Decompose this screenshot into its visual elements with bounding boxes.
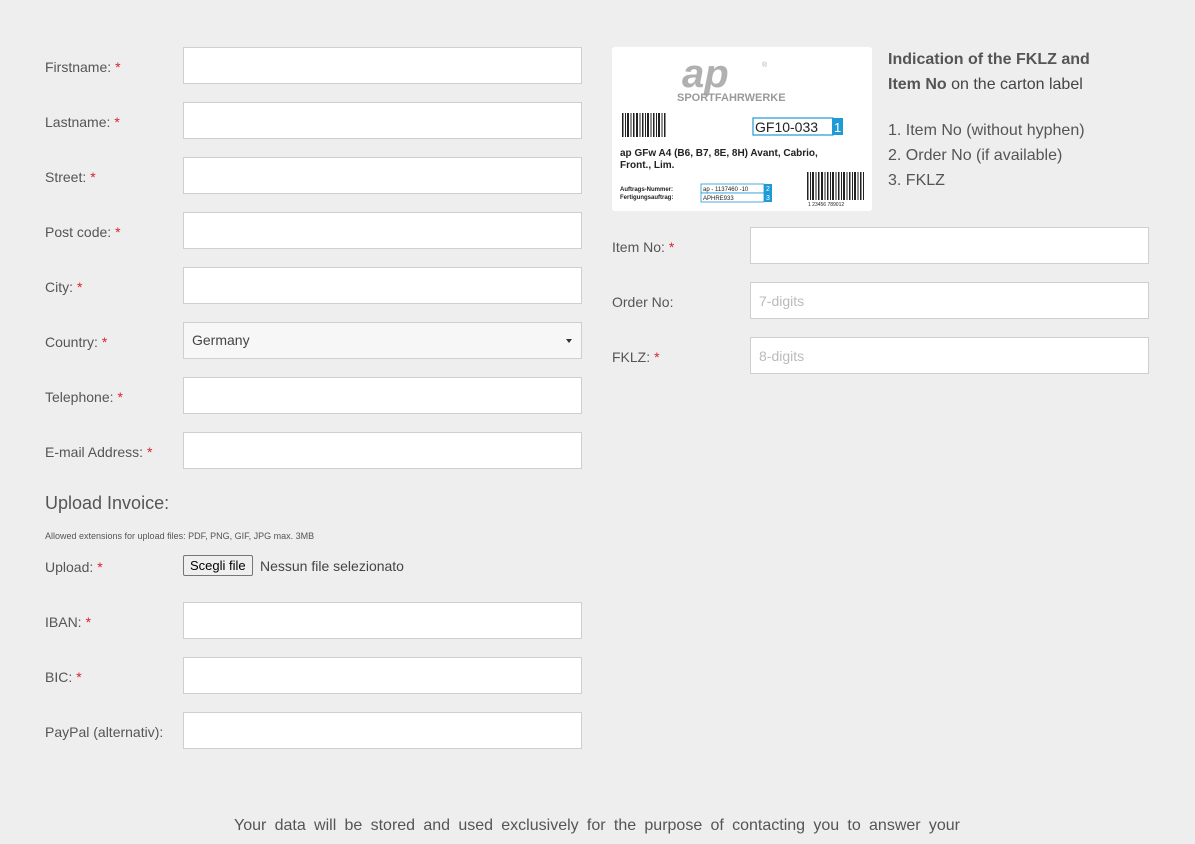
info-title-bold-2: Item No bbox=[888, 76, 947, 93]
fklz-label: FKLZ: * bbox=[612, 349, 660, 365]
barcode-small-icon bbox=[622, 113, 666, 137]
fertigung-marker: 3 bbox=[766, 195, 770, 202]
iban-input[interactable] bbox=[183, 602, 582, 639]
code-text: GF10-033 bbox=[755, 119, 818, 135]
telephone-label: Telephone: * bbox=[45, 389, 123, 405]
info-list-item: 1. Item No (without hyphen) bbox=[888, 122, 1085, 139]
info-title-rest: on the carton label bbox=[946, 76, 1083, 93]
lastname-label: Lastname: * bbox=[45, 114, 120, 130]
city-label: City: * bbox=[45, 279, 83, 295]
country-select[interactable]: Germany bbox=[183, 322, 582, 359]
logo-ap-text: ap bbox=[682, 52, 729, 96]
firstname-label: Firstname: * bbox=[45, 59, 121, 75]
barcode-large-icon bbox=[807, 172, 864, 200]
choose-file-button[interactable]: Scegli file bbox=[183, 555, 253, 576]
telephone-input[interactable] bbox=[183, 377, 582, 414]
email-label: E-mail Address: * bbox=[45, 444, 153, 460]
item-no-input[interactable] bbox=[750, 227, 1149, 264]
auftrags-label: Auftrags-Nummer: bbox=[620, 187, 673, 193]
paypal-input[interactable] bbox=[183, 712, 582, 749]
logo-sub-text: SPORTFAHRWERKE bbox=[677, 92, 786, 104]
country-label: Country: * bbox=[45, 334, 108, 350]
info-title-bold-1: Indication of the FKLZ and bbox=[888, 51, 1090, 68]
country-select-value: Germany bbox=[192, 332, 250, 348]
street-input[interactable] bbox=[183, 157, 582, 194]
info-list-item: 2. Order No (if available) bbox=[888, 147, 1063, 164]
bic-input[interactable] bbox=[183, 657, 582, 694]
product-line-1: ap GFw A4 (B6, B7, 8E, 8H) Avant, Cabrio… bbox=[620, 148, 818, 159]
bic-label: BIC: * bbox=[45, 669, 82, 685]
file-status-text: Nessun file selezionato bbox=[260, 558, 404, 574]
upload-label: Upload: * bbox=[45, 559, 103, 575]
info-list: 1. Item No (without hyphen) 2. Order No … bbox=[888, 118, 1085, 193]
logo-registered-mark: ® bbox=[762, 61, 768, 69]
auftrags-marker: 2 bbox=[766, 186, 770, 193]
auftrags-value: ap - 1137460 -10 bbox=[703, 187, 749, 193]
item-no-label: Item No: * bbox=[612, 239, 675, 255]
order-no-label: Order No: bbox=[612, 294, 674, 310]
email-input[interactable] bbox=[183, 432, 582, 469]
fertigung-value: APHRE933 bbox=[703, 196, 734, 202]
postcode-input[interactable] bbox=[183, 212, 582, 249]
code-marker-text: 1 bbox=[834, 120, 841, 135]
product-line-2: Front., Lim. bbox=[620, 160, 675, 171]
info-list-item: 3. FKLZ bbox=[888, 172, 945, 189]
caret-down-icon bbox=[566, 339, 572, 343]
upload-section-title: Upload Invoice: bbox=[45, 493, 170, 513]
city-input[interactable] bbox=[183, 267, 582, 304]
info-title: Indication of the FKLZ and Item No on th… bbox=[888, 47, 1168, 97]
fertigung-label: Fertigungsauftrag: bbox=[620, 195, 673, 201]
paypal-label: PayPal (alternativ): bbox=[45, 724, 164, 740]
order-no-input[interactable] bbox=[750, 282, 1149, 319]
barcode-number: 1 23456 789012 bbox=[808, 202, 844, 208]
fklz-input[interactable] bbox=[750, 337, 1149, 374]
carton-label-image: ap ® SPORTFAHRWERKE GF10-033 1 ap GFw A4… bbox=[612, 47, 872, 211]
postcode-label: Post code: * bbox=[45, 224, 121, 240]
lastname-input[interactable] bbox=[183, 102, 582, 139]
firstname-input[interactable] bbox=[183, 47, 582, 84]
street-label: Street: * bbox=[45, 169, 96, 185]
upload-note: Allowed extensions for upload files: PDF… bbox=[45, 531, 315, 541]
privacy-notice: Your data will be stored and used exclus… bbox=[234, 817, 960, 834]
iban-label: IBAN: * bbox=[45, 614, 92, 630]
